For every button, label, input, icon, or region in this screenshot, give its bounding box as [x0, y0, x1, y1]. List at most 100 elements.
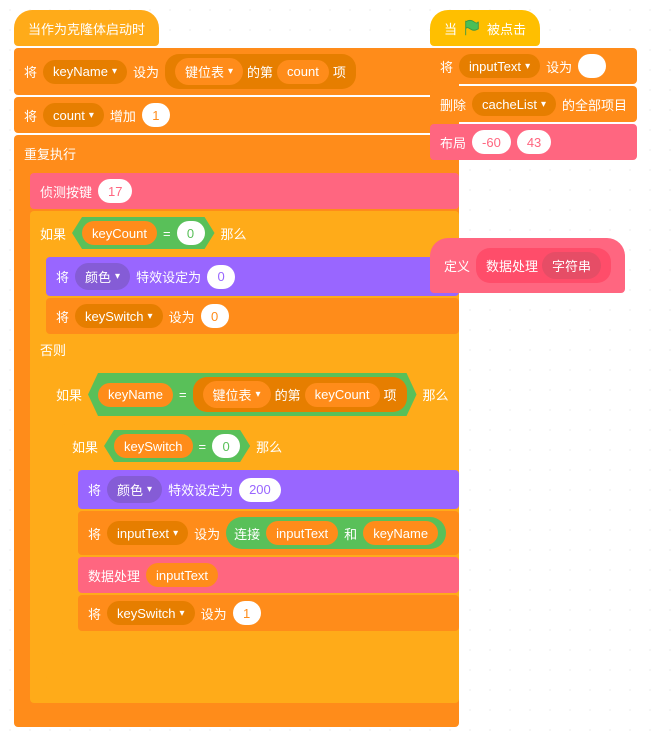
var-keyname3[interactable]: keyName — [363, 521, 438, 545]
label-set5: 将 — [88, 480, 101, 499]
block-set-inputtext-join[interactable]: 将 inputText 设为 连接 inputText 和 keyName — [78, 511, 459, 555]
dropdown-keyswitch3[interactable]: keySwitch — [107, 601, 195, 625]
block-set-inputtext-empty[interactable]: 将 inputText 设为 — [430, 48, 637, 84]
block-set-color-effect-200[interactable]: 将 颜色 特效设定为 200 — [78, 470, 459, 509]
label-dedi: 的第 — [247, 62, 273, 81]
label-when: 当 — [444, 19, 457, 38]
right-script-stack-2: 定义 数据处理 字符串 — [430, 238, 625, 293]
label-dataproc: 数据处理 — [88, 566, 140, 585]
block-call-dataproc[interactable]: 数据处理 inputText — [78, 557, 459, 593]
label-effect: 特效设定为 — [136, 267, 201, 286]
label-set: 将 — [24, 62, 37, 81]
label-set4: 将 — [56, 307, 69, 326]
label-setto2: 设为 — [169, 307, 195, 326]
var-count[interactable]: count — [277, 60, 329, 84]
proc-name: 数据处理 — [486, 256, 538, 275]
label-then: 那么 — [221, 224, 247, 243]
label-forever: 重复执行 — [24, 144, 76, 163]
proc-prototype: 数据处理 字符串 — [476, 248, 611, 283]
label-allitems: 的全部项目 — [562, 95, 627, 114]
proc-param-string[interactable]: 字符串 — [542, 252, 601, 279]
label-if: 如果 — [40, 224, 66, 243]
dropdown-keytable[interactable]: 键位表 — [175, 58, 243, 85]
input-effect-200[interactable]: 200 — [239, 478, 281, 502]
dropdown-keyname[interactable]: keyName — [43, 60, 127, 84]
var-keyname2[interactable]: keyName — [98, 383, 173, 407]
right-script-stack-1: 当 被点击 将 inputText 设为 删除 cacheList 的全部项目 … — [430, 10, 637, 160]
c-if-keyname-match[interactable]: 如果 keyName = 键位表 的第 keyCount 项 — [46, 367, 459, 679]
cond-keycount-eq-0[interactable]: keyCount = 0 — [72, 217, 215, 249]
dropdown-cachelist[interactable]: cacheList — [472, 92, 556, 116]
label-set3: 将 — [56, 267, 69, 286]
input-ks-1[interactable]: 1 — [233, 601, 261, 625]
label-eq2: = — [179, 387, 187, 402]
label-detectkey: 侦测按键 — [40, 182, 92, 201]
input-17[interactable]: 17 — [98, 179, 132, 203]
block-delete-all-cachelist[interactable]: 删除 cacheList 的全部项目 — [430, 86, 637, 122]
cond-keyname-eq-item[interactable]: keyName = 键位表 的第 keyCount 项 — [88, 373, 417, 416]
reporter-list-item[interactable]: 键位表 的第 count 项 — [165, 54, 356, 89]
dropdown-color[interactable]: 颜色 — [75, 263, 130, 290]
hat-define-dataproc[interactable]: 定义 数据处理 字符串 — [430, 238, 625, 293]
label-xiang: 项 — [333, 62, 346, 81]
left-script-stack: 当作为克隆体启动时 将 keyName 设为 键位表 的第 count 项 将 … — [14, 10, 459, 727]
cond-keyswitch-eq-0[interactable]: keySwitch = 0 — [104, 430, 250, 462]
block-set-keyname[interactable]: 将 keyName 设为 键位表 的第 count 项 — [14, 48, 459, 95]
label-then2: 那么 — [423, 385, 449, 404]
label-clicked: 被点击 — [487, 19, 526, 38]
var-keycount2[interactable]: keyCount — [305, 383, 380, 407]
label-change: 增加 — [110, 106, 136, 125]
label-set-r1: 将 — [440, 57, 453, 76]
var-keycount[interactable]: keyCount — [82, 221, 157, 245]
label-and: 和 — [344, 524, 357, 543]
input-x[interactable]: -60 — [472, 130, 511, 154]
input-ks-0[interactable]: 0 — [201, 304, 229, 328]
block-detect-key[interactable]: 侦测按键 17 — [30, 173, 459, 209]
input-effect-0[interactable]: 0 — [207, 265, 235, 289]
label-setto: 设为 — [133, 62, 159, 81]
label-setto3: 设为 — [194, 524, 220, 543]
dropdown-count[interactable]: count — [43, 103, 104, 127]
block-set-keyswitch-0[interactable]: 将 keySwitch 设为 0 — [46, 298, 459, 334]
c-if-else-keycount[interactable]: 如果 keyCount = 0 那么 将 颜色 特效设定为 0 — [30, 211, 459, 703]
label-eq: = — [163, 226, 171, 241]
label-eq3: = — [199, 439, 207, 454]
dropdown-keyswitch[interactable]: keySwitch — [75, 304, 163, 328]
block-change-count[interactable]: 将 count 增加 1 — [14, 97, 459, 133]
label-then3: 那么 — [256, 437, 282, 456]
label-else: 否则 — [40, 343, 66, 358]
block-goto-xy[interactable]: 布局 -60 43 — [430, 124, 637, 160]
reporter-join[interactable]: 连接 inputText 和 keyName — [226, 517, 446, 549]
c-forever[interactable]: 重复执行 侦测按键 17 如果 keyCount = 0 那么 — [14, 135, 459, 727]
label-xiang2: 项 — [384, 385, 397, 404]
label-define: 定义 — [444, 256, 470, 275]
label-set6: 将 — [88, 524, 101, 543]
label-if3: 如果 — [72, 437, 98, 456]
input-zero[interactable]: 0 — [177, 221, 205, 245]
dropdown-inputtext[interactable]: inputText — [107, 521, 188, 545]
block-set-color-effect-0[interactable]: 将 颜色 特效设定为 0 — [46, 257, 459, 296]
hat-when-clone-start[interactable]: 当作为克隆体启动时 — [14, 10, 159, 46]
var-keyswitch2[interactable]: keySwitch — [114, 434, 193, 458]
label-if2: 如果 — [56, 385, 82, 404]
input-y[interactable]: 43 — [517, 130, 551, 154]
dropdown-color2[interactable]: 颜色 — [107, 476, 162, 503]
reporter-list-item2[interactable]: 键位表 的第 keyCount 项 — [193, 377, 407, 412]
dropdown-inputtext-r[interactable]: inputText — [459, 54, 540, 78]
dropdown-keytable2[interactable]: 键位表 — [203, 381, 271, 408]
label-setto-r1: 设为 — [546, 57, 572, 76]
input-one[interactable]: 1 — [142, 103, 170, 127]
arg-inputtext[interactable]: inputText — [146, 563, 218, 587]
hat-label: 当作为克隆体启动时 — [28, 19, 145, 38]
input-zero2[interactable]: 0 — [212, 434, 240, 458]
hat-when-flag-clicked[interactable]: 当 被点击 — [430, 10, 540, 46]
label-goto: 布局 — [440, 133, 466, 152]
label-delete: 删除 — [440, 95, 466, 114]
label-join: 连接 — [234, 524, 260, 543]
c-if-keyswitch-0[interactable]: 如果 keySwitch = 0 那么 — [62, 424, 459, 655]
input-empty[interactable] — [578, 54, 606, 78]
label-setto4: 设为 — [201, 604, 227, 623]
label-effect2: 特效设定为 — [168, 480, 233, 499]
var-inputtext2[interactable]: inputText — [266, 521, 338, 545]
block-set-keyswitch-1[interactable]: 将 keySwitch 设为 1 — [78, 595, 459, 631]
